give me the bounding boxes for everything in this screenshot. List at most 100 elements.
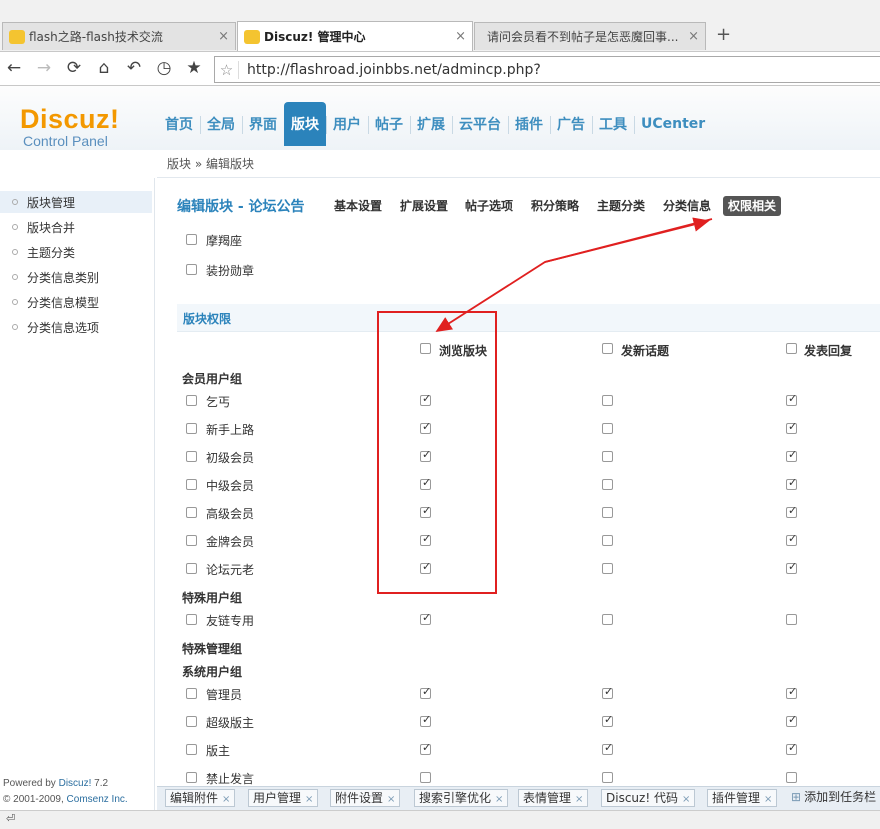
bookmark-icon[interactable]: ★ xyxy=(183,58,205,78)
undo-close-icon[interactable]: ↶ xyxy=(123,58,145,78)
option-checkbox[interactable] xyxy=(186,264,197,275)
url-text[interactable]: http://flashroad.joinbbs.net/admincp.php… xyxy=(239,62,541,78)
permission-checkbox[interactable] xyxy=(420,772,431,783)
permission-checkbox[interactable] xyxy=(602,535,613,546)
column-select-all-checkbox[interactable] xyxy=(786,343,797,354)
permission-checkbox[interactable] xyxy=(786,713,797,727)
subtab-item[interactable]: 主题分类 xyxy=(592,196,650,216)
discuz-logo[interactable]: Discuz! Control Panel xyxy=(20,104,120,149)
permission-checkbox[interactable] xyxy=(602,423,613,434)
option-checkbox[interactable] xyxy=(186,234,197,245)
main-nav-item[interactable]: 首页 xyxy=(158,102,200,146)
main-nav-item[interactable]: 工具 xyxy=(592,102,634,146)
close-icon[interactable]: × xyxy=(495,794,503,805)
close-icon[interactable]: × xyxy=(305,794,313,805)
row-select-all-checkbox[interactable] xyxy=(186,535,197,546)
browser-tab-question[interactable]: 请问会员看不到帖子是怎恶魔回事... × xyxy=(474,22,706,50)
browser-tab-flashroad[interactable]: flash之路-flash技术交流 × xyxy=(2,22,236,50)
permission-checkbox[interactable] xyxy=(420,741,431,755)
subtab-item[interactable]: 积分策略 xyxy=(526,196,584,216)
row-select-all-checkbox[interactable] xyxy=(186,507,197,518)
permission-checkbox[interactable] xyxy=(602,614,613,625)
reload-icon[interactable]: ⟳ xyxy=(63,58,85,78)
close-tab-icon[interactable]: × xyxy=(218,29,229,44)
subtab-item[interactable]: 分类信息 xyxy=(658,196,716,216)
close-icon[interactable]: × xyxy=(682,794,690,805)
permission-checkbox[interactable] xyxy=(786,392,797,406)
row-select-all-checkbox[interactable] xyxy=(186,614,197,625)
permission-checkbox[interactable] xyxy=(602,479,613,490)
main-nav-item[interactable]: 界面 xyxy=(242,102,284,146)
taskbar-tab[interactable]: 附件设置 × xyxy=(330,789,401,807)
permission-checkbox[interactable] xyxy=(602,741,613,755)
row-select-all-checkbox[interactable] xyxy=(186,423,197,434)
history-icon[interactable]: ◷ xyxy=(153,58,175,78)
browser-tab-discuz-admin[interactable]: Discuz! 管理中心 × xyxy=(237,21,473,51)
main-nav-item[interactable]: 全局 xyxy=(200,102,242,146)
sidebar-item[interactable]: 版块合并 xyxy=(0,216,152,238)
permission-checkbox[interactable] xyxy=(786,772,797,783)
taskbar-tab[interactable]: 编辑附件 × xyxy=(165,789,236,807)
sidebar-item[interactable]: 版块管理 xyxy=(0,191,152,213)
permission-checkbox[interactable] xyxy=(786,504,797,518)
close-icon[interactable]: × xyxy=(222,794,230,805)
address-bar[interactable]: ☆ http://flashroad.joinbbs.net/admincp.p… xyxy=(214,56,880,83)
taskbar-tab[interactable]: 插件管理 × xyxy=(707,789,778,807)
taskbar-tab[interactable]: 搜索引擎优化 × xyxy=(414,789,509,807)
close-tab-icon[interactable]: × xyxy=(688,29,699,44)
new-tab-button[interactable]: + xyxy=(716,24,731,45)
forward-icon[interactable]: → xyxy=(33,58,55,78)
row-select-all-checkbox[interactable] xyxy=(186,451,197,462)
row-select-all-checkbox[interactable] xyxy=(186,744,197,755)
url-star-icon[interactable]: ☆ xyxy=(215,60,239,79)
row-select-all-checkbox[interactable] xyxy=(186,716,197,727)
main-nav-item[interactable]: 扩展 xyxy=(410,102,452,146)
powered-brand-link[interactable]: Discuz! xyxy=(59,778,92,789)
column-select-all-checkbox[interactable] xyxy=(602,343,613,354)
add-to-taskbar-button[interactable]: ⊞ 添加到任务栏 xyxy=(787,789,880,807)
subtab-item[interactable]: 基本设置 xyxy=(329,196,387,216)
permission-checkbox[interactable] xyxy=(602,772,613,783)
sidebar-item[interactable]: 分类信息类别 xyxy=(0,266,152,288)
main-nav-item[interactable]: 广告 xyxy=(550,102,592,146)
permission-checkbox[interactable] xyxy=(602,563,613,574)
close-icon[interactable]: × xyxy=(575,794,583,805)
permission-checkbox[interactable] xyxy=(786,614,797,625)
permission-checkbox[interactable] xyxy=(602,507,613,518)
permission-checkbox[interactable] xyxy=(786,532,797,546)
main-nav-item[interactable]: 云平台 xyxy=(452,102,508,146)
main-nav-item[interactable]: UCenter xyxy=(634,102,712,146)
permission-checkbox[interactable] xyxy=(786,685,797,699)
permission-checkbox[interactable] xyxy=(786,420,797,434)
permission-checkbox[interactable] xyxy=(602,713,613,727)
sidebar-item[interactable]: 主题分类 xyxy=(0,241,152,263)
close-icon[interactable]: × xyxy=(387,794,395,805)
main-nav-item[interactable]: 版块 xyxy=(284,102,326,146)
subtab-item[interactable]: 扩展设置 xyxy=(395,196,453,216)
sidebar-item[interactable]: 分类信息模型 xyxy=(0,291,152,313)
permission-checkbox[interactable] xyxy=(602,395,613,406)
permission-checkbox[interactable] xyxy=(602,451,613,462)
subtab-item[interactable]: 帖子选项 xyxy=(460,196,518,216)
permission-checkbox[interactable] xyxy=(420,713,431,727)
home-icon[interactable]: ⌂ xyxy=(93,58,115,78)
row-select-all-checkbox[interactable] xyxy=(186,563,197,574)
row-select-all-checkbox[interactable] xyxy=(186,688,197,699)
taskbar-tab[interactable]: 表情管理 × xyxy=(518,789,589,807)
sidebar-item[interactable]: 分类信息选项 xyxy=(0,316,152,338)
permission-checkbox[interactable] xyxy=(786,741,797,755)
permission-checkbox[interactable] xyxy=(786,448,797,462)
comsenz-link[interactable]: Comsenz Inc. xyxy=(67,794,128,805)
main-nav-item[interactable]: 用户 xyxy=(326,102,368,146)
permission-checkbox[interactable] xyxy=(602,685,613,699)
row-select-all-checkbox[interactable] xyxy=(186,395,197,406)
permission-checkbox[interactable] xyxy=(786,560,797,574)
taskbar-tab[interactable]: Discuz! 代码 × xyxy=(601,789,696,807)
main-nav-item[interactable]: 帖子 xyxy=(368,102,410,146)
back-icon[interactable]: ← xyxy=(3,58,25,78)
permission-checkbox[interactable] xyxy=(786,476,797,490)
main-nav-item[interactable]: 插件 xyxy=(508,102,550,146)
close-icon[interactable]: × xyxy=(764,794,772,805)
permission-checkbox[interactable] xyxy=(420,685,431,699)
taskbar-tab[interactable]: 用户管理 × xyxy=(248,789,319,807)
